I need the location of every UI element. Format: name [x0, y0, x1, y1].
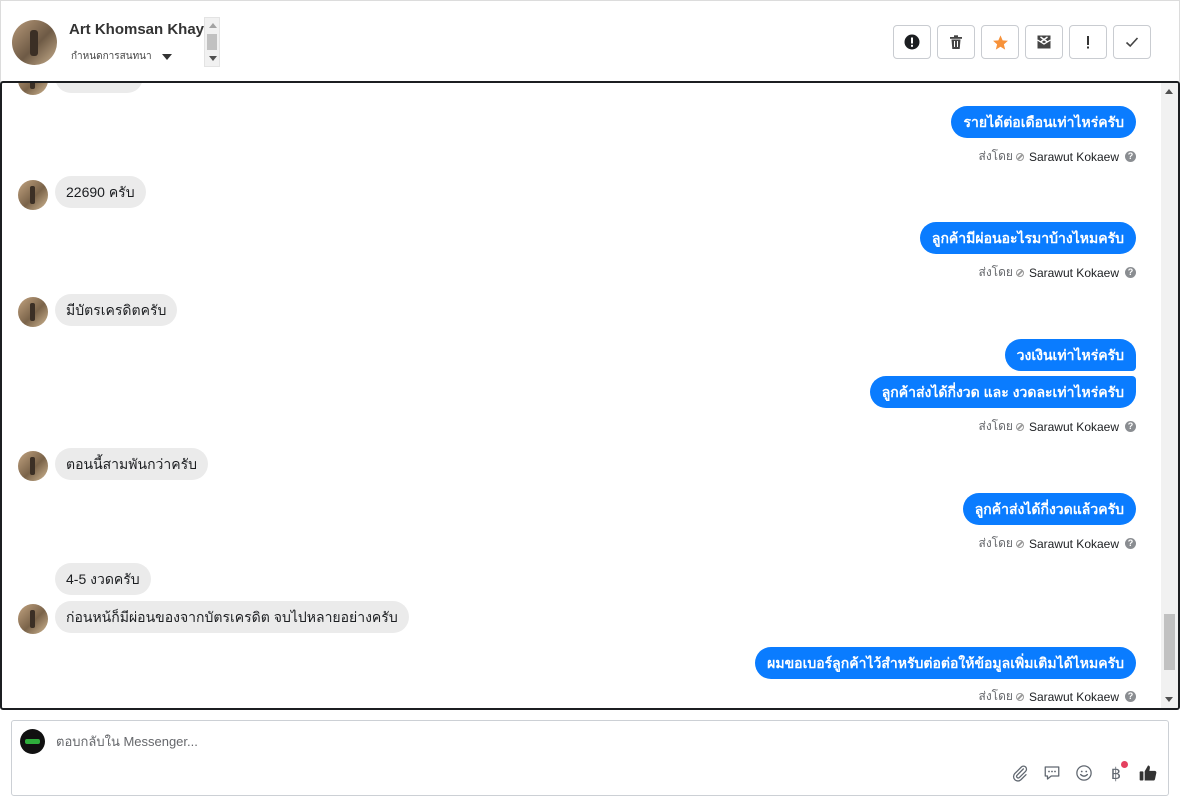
block-icon: [1015, 692, 1024, 701]
saved-replies-button[interactable]: [1042, 763, 1062, 783]
attach-button[interactable]: [1010, 763, 1030, 783]
block-icon: [1015, 422, 1024, 431]
caret-down-icon: [161, 53, 172, 60]
help-icon[interactable]: ?: [1125, 151, 1136, 162]
customer-avatar: [18, 604, 48, 634]
message-bubble-incoming[interactable]: [55, 83, 143, 93]
chat-bubble-icon: [1044, 766, 1060, 780]
message-bubble-outgoing[interactable]: รายได้ต่อเดือนเท่าไหร่ครับ: [951, 106, 1136, 138]
message-bubble-incoming[interactable]: 22690 ครับ: [55, 176, 146, 208]
customer-avatar: [18, 83, 48, 95]
sent-by-info: ส่งโดย Sarawut Kokaew ?: [978, 687, 1136, 706]
help-icon[interactable]: ?: [1125, 267, 1136, 278]
conversation-actions: [893, 25, 1151, 59]
scroll-thumb[interactable]: [1164, 614, 1175, 670]
sent-by-label: ส่งโดย: [978, 419, 1013, 433]
message-bubble-incoming[interactable]: ก่อนหน้ก็มีผ่อนของจากบัตรเครดิต จบไปหลาย…: [55, 601, 409, 633]
star-icon: [992, 34, 1008, 50]
agent-name[interactable]: Sarawut Kokaew: [1029, 266, 1119, 280]
star-button[interactable]: [981, 25, 1019, 59]
block-icon: [1015, 268, 1024, 277]
message-thread[interactable]: รายได้ต่อเดือนเท่าไหร่ครับ ส่งโดย Sarawu…: [0, 81, 1180, 710]
customer-name[interactable]: Art Khomsan Khayan: [69, 21, 205, 38]
scroll-thumb[interactable]: [207, 34, 217, 50]
smiley-icon: [1076, 765, 1092, 781]
agent-name[interactable]: Sarawut Kokaew: [1029, 420, 1119, 434]
paperclip-icon: [1012, 765, 1028, 782]
scroll-down-icon[interactable]: [209, 56, 217, 61]
help-icon[interactable]: ?: [1125, 691, 1136, 702]
mark-unread-button[interactable]: [1025, 25, 1063, 59]
message-bubble-incoming[interactable]: มีบัตรเครดิตครับ: [55, 294, 178, 326]
message-bubble-outgoing[interactable]: วงเงินเท่าไหร่ครับ: [1004, 339, 1136, 371]
message-bubble-outgoing[interactable]: ลูกค้ามีผ่อนอะไรมาบ้างไหมครับ: [919, 222, 1136, 254]
exclamation-icon: [1087, 36, 1089, 49]
sent-by-label: ส่งโดย: [978, 265, 1013, 279]
scroll-up-icon[interactable]: [1165, 89, 1173, 94]
message-bubble-outgoing[interactable]: ผมขอเบอร์ลูกค้าไว้สำหรับต่อต่อให้ข้อมูลเ…: [755, 647, 1136, 679]
sent-by-label: ส่งโดย: [978, 536, 1013, 550]
reply-input[interactable]: [56, 734, 656, 749]
thumbs-up-icon: [1139, 765, 1157, 781]
agent-name[interactable]: Sarawut Kokaew: [1029, 690, 1119, 704]
envelope-x-icon: [1037, 35, 1051, 49]
sent-by-label: ส่งโดย: [978, 689, 1013, 703]
assign-label: กำหนดการสนทนา: [71, 51, 152, 62]
customer-avatar: [18, 297, 48, 327]
block-icon: [1015, 152, 1024, 161]
message-bubble-outgoing[interactable]: ลูกค้าส่งได้กี่งวดแล้วครับ: [962, 493, 1136, 525]
help-icon[interactable]: ?: [1125, 421, 1136, 432]
header-scrollbar[interactable]: [204, 17, 220, 67]
sent-by-info: ส่งโดย Sarawut Kokaew ?: [978, 417, 1136, 436]
conversation-header: Art Khomsan Khayan กำหนดการสนทนา: [0, 0, 1180, 82]
mark-spam-button[interactable]: [893, 25, 931, 59]
agent-name[interactable]: Sarawut Kokaew: [1029, 537, 1119, 551]
scroll-up-icon[interactable]: [209, 23, 217, 28]
message-bubble-incoming[interactable]: ตอนนี้สามพันกว่าครับ: [55, 448, 209, 480]
block-icon: [1015, 539, 1024, 548]
check-icon: [1125, 37, 1139, 48]
composer-tools: ฿: [1010, 761, 1158, 783]
page-avatar: [20, 729, 45, 754]
notification-dot: [1121, 761, 1128, 768]
emoji-button[interactable]: [1074, 763, 1094, 783]
payment-button[interactable]: ฿: [1106, 761, 1128, 783]
mark-done-button[interactable]: [1113, 25, 1151, 59]
agent-name[interactable]: Sarawut Kokaew: [1029, 150, 1119, 164]
customer-avatar[interactable]: [12, 20, 57, 65]
reply-composer: ฿: [11, 720, 1169, 796]
help-icon[interactable]: ?: [1125, 538, 1136, 549]
customer-avatar: [18, 180, 48, 210]
exclamation-circle-icon: [904, 34, 920, 50]
follow-up-button[interactable]: [1069, 25, 1107, 59]
message-bubble-outgoing[interactable]: ลูกค้าส่งได้กี่งวด และ งวดละเท่าไหร่ครับ: [869, 376, 1136, 408]
sent-by-label: ส่งโดย: [978, 149, 1013, 163]
scroll-down-icon[interactable]: [1165, 697, 1173, 702]
sent-by-info: ส่งโดย Sarawut Kokaew ?: [978, 263, 1136, 282]
message-bubble-incoming[interactable]: 4-5 งวดครับ: [55, 563, 151, 595]
like-button[interactable]: [1138, 763, 1158, 783]
delete-button[interactable]: [937, 25, 975, 59]
baht-icon: ฿: [1110, 763, 1122, 783]
thread-scrollbar[interactable]: [1161, 83, 1178, 708]
assign-conversation-dropdown[interactable]: กำหนดการสนทนา: [71, 49, 172, 64]
sent-by-info: ส่งโดย Sarawut Kokaew ?: [978, 147, 1136, 166]
sent-by-info: ส่งโดย Sarawut Kokaew ?: [978, 534, 1136, 553]
customer-avatar: [18, 451, 48, 481]
trash-icon: [950, 35, 962, 49]
